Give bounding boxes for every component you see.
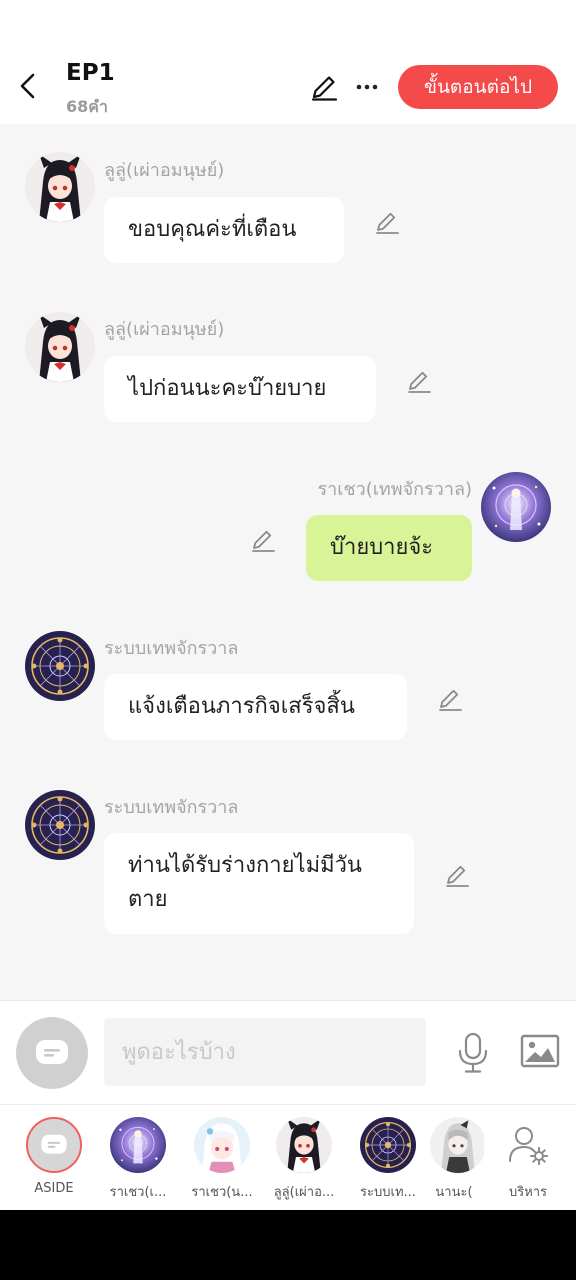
image-icon	[520, 1034, 560, 1068]
edit-message-button[interactable]	[249, 526, 277, 554]
insert-image-button[interactable]	[518, 1031, 562, 1071]
character-avatar	[276, 1117, 332, 1173]
pencil-icon	[311, 76, 338, 101]
pencil-icon	[252, 530, 275, 552]
back-button[interactable]	[10, 66, 44, 106]
next-step-button[interactable]: ขั้นตอนต่อไป	[398, 65, 558, 109]
edit-message-button[interactable]	[436, 685, 464, 713]
edit-message-button[interactable]	[443, 861, 471, 889]
episode-title: EP1	[66, 60, 115, 86]
sender-avatar[interactable]	[25, 152, 95, 222]
character-aside[interactable]: ASIDE	[12, 1117, 96, 1196]
character-avatar	[430, 1117, 484, 1173]
edit-message-button[interactable]	[373, 208, 401, 236]
manage-characters-button[interactable]: บริหาร	[486, 1117, 570, 1202]
cat-girl-avatar-image	[25, 312, 95, 382]
character-item[interactable]: ราเชว(เ...	[96, 1117, 180, 1202]
voice-input-button[interactable]	[452, 1029, 494, 1077]
top-bar: EP1 68คำ ขั้นตอนต่อไป	[0, 0, 576, 124]
magic-circle-avatar-image	[25, 790, 95, 860]
message-bubble[interactable]: บ๊ายบายจ้ะ	[306, 515, 472, 581]
cosmic-deity-avatar-image	[481, 472, 551, 542]
sender-name: ลูลู่(เผ่าอมนุษย์)	[104, 319, 225, 340]
aside-icon	[41, 1134, 67, 1154]
word-count: 68คำ	[66, 97, 108, 116]
character-label: ราเชว(น...	[191, 1185, 253, 1200]
character-selector-bar: ASIDE ราเชว(เ... ราเชว(น... ลูลู่(เผ่าอ.…	[0, 1104, 576, 1210]
sender-name: ระบบเทพจักรวาล	[104, 797, 239, 818]
message-bubble[interactable]: ไปก่อนนะคะบ๊ายบาย	[104, 356, 376, 422]
character-label: ระบบเท...	[360, 1185, 416, 1200]
more-options-button[interactable]	[352, 70, 382, 104]
character-avatar	[500, 1117, 556, 1173]
magic-circle-avatar-image	[25, 631, 95, 701]
message-bubble[interactable]: ท่านได้รับร่างกายไม่มีวันตาย	[104, 833, 414, 934]
character-label: นานะ(	[435, 1185, 473, 1200]
pencil-icon	[376, 212, 399, 234]
character-avatar	[360, 1117, 416, 1173]
sender-avatar[interactable]	[25, 312, 95, 382]
character-label: ราเชว(เ...	[109, 1185, 167, 1200]
message-bubble[interactable]: แจ้งเตือนภารกิจเสร็จสิ้น	[104, 674, 407, 740]
cat-girl-avatar-image	[25, 152, 95, 222]
sender-avatar[interactable]	[481, 472, 551, 542]
edit-message-button[interactable]	[405, 367, 433, 395]
sender-avatar[interactable]	[25, 631, 95, 701]
character-avatar	[110, 1117, 166, 1173]
character-label: บริหาร	[508, 1185, 548, 1200]
chat-editor-screen: EP1 68คำ ขั้นตอนต่อไป ลูลู่(เผ่าอมนุษย์)…	[0, 0, 576, 1210]
aside-icon	[36, 1040, 68, 1064]
more-dots-icon	[356, 84, 378, 90]
character-item[interactable]: นานะ(	[424, 1117, 484, 1202]
aside-avatar	[26, 1117, 82, 1173]
character-item[interactable]: ลูลู่(เผ่าอ...	[262, 1117, 346, 1202]
pencil-icon	[446, 865, 469, 887]
chevron-left-icon	[20, 73, 35, 99]
sender-avatar[interactable]	[25, 790, 95, 860]
message-input[interactable]	[104, 1018, 426, 1086]
pencil-icon	[439, 689, 462, 711]
edit-title-button[interactable]	[308, 70, 340, 104]
sender-name: ลูลู่(เผ่าอมนุษย์)	[104, 160, 225, 181]
message-input-bar	[0, 1000, 576, 1104]
pencil-icon	[408, 371, 431, 393]
character-label: ASIDE	[34, 1181, 74, 1196]
manage-user-icon	[509, 1127, 548, 1165]
character-avatar	[194, 1117, 250, 1173]
character-label: ลูลู่(เผ่าอ...	[273, 1185, 335, 1200]
microphone-icon	[458, 1032, 488, 1073]
sender-name: ราเชว(เทพจักรวาล)	[317, 479, 472, 500]
message-bubble[interactable]: ขอบคุณค่ะที่เตือน	[104, 197, 344, 263]
character-item[interactable]: ราเชว(น...	[180, 1117, 264, 1202]
character-item[interactable]: ระบบเท...	[346, 1117, 430, 1202]
sender-name: ระบบเทพจักรวาล	[104, 638, 239, 659]
aside-toggle-button[interactable]	[16, 1017, 88, 1089]
